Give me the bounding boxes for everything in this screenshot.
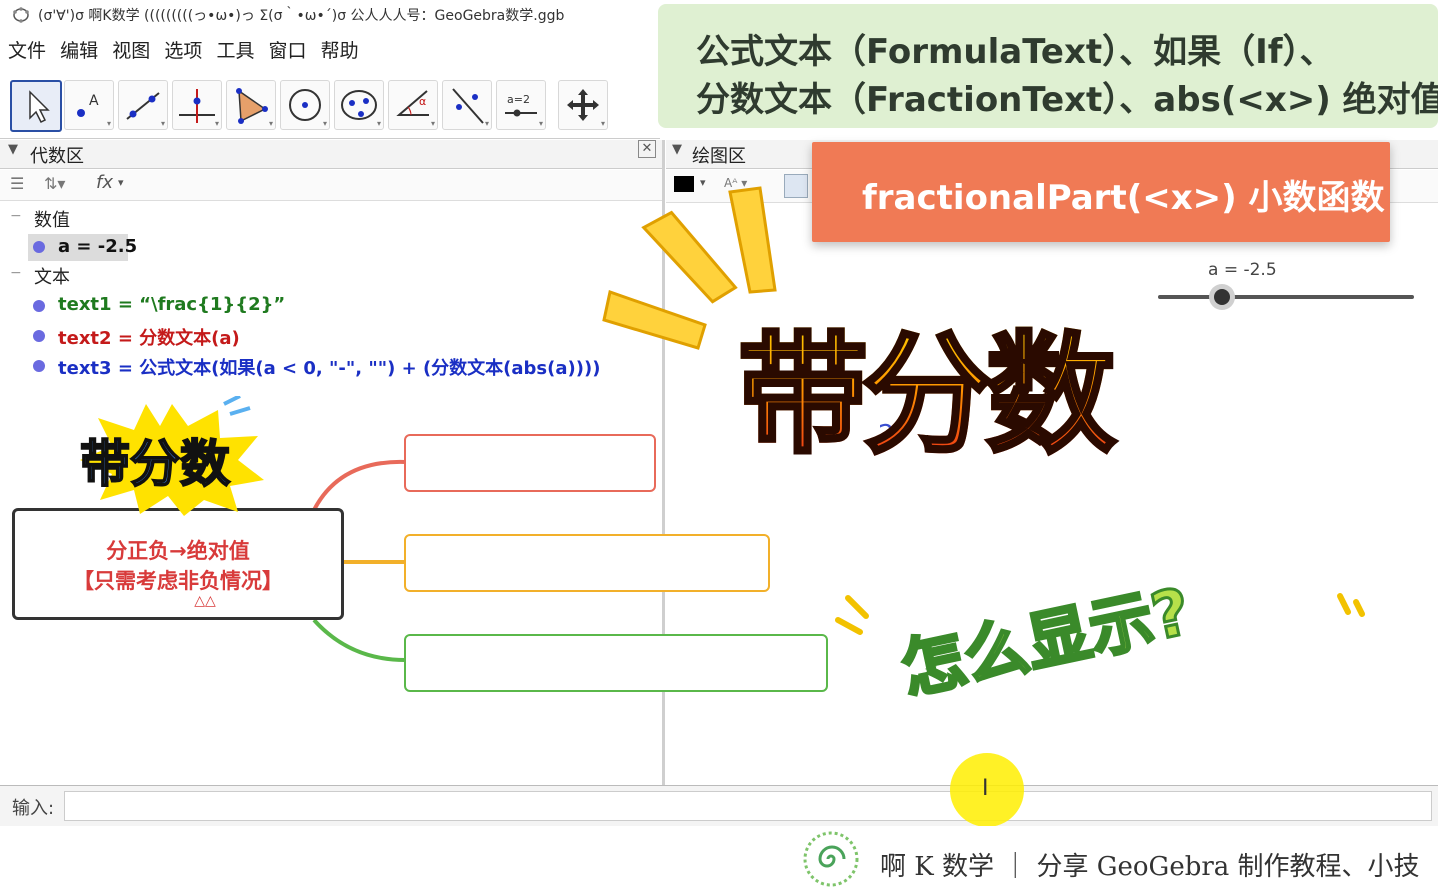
- menu-view[interactable]: 视图: [112, 36, 150, 63]
- mind-branch-box-1: [404, 434, 656, 492]
- svg-text:α: α: [419, 95, 426, 108]
- toolbar: A ▾ ▾ ▾ ▾ ▾ ▾ α ▾ ▾ a=2 ▾ ▾: [0, 74, 660, 139]
- slider-icon: a=2: [505, 93, 537, 117]
- slider-handle[interactable]: [1209, 284, 1235, 310]
- mind-branch-box-3: [404, 634, 828, 692]
- menu-options[interactable]: 选项: [164, 36, 202, 63]
- footer-text: 啊 K 数学 ｜ 分享 GeoGebra 制作教程、小技: [880, 852, 1420, 882]
- mind-root-marks: △△: [194, 593, 216, 609]
- perpendicular-icon: [179, 89, 215, 123]
- spiral-logo-icon: [803, 831, 859, 887]
- ellipse-icon: [341, 90, 377, 120]
- angle-tool-button[interactable]: α ▾: [388, 80, 438, 130]
- circle-tool-button[interactable]: ▾: [280, 80, 330, 130]
- line-icon: [126, 92, 160, 120]
- move-view-tool-button[interactable]: ▾: [558, 80, 608, 130]
- conic-tool-button[interactable]: ▾: [334, 80, 384, 130]
- slider-tool-label: a=2: [507, 93, 530, 106]
- function-banner-text: fractionalPart(<x>) 小数函数: [862, 178, 1385, 218]
- sort-icon[interactable]: ⇅▾: [44, 174, 65, 193]
- slider-track[interactable]: [1158, 295, 1414, 299]
- reflect-icon: [452, 88, 484, 124]
- group-numbers: 数值: [34, 210, 70, 231]
- circle-center-icon: [289, 89, 321, 121]
- menu-tools[interactable]: 工具: [216, 36, 254, 63]
- accent-marks-right-icon: [1337, 593, 1365, 617]
- line-tool-button[interactable]: ▾: [118, 80, 168, 130]
- geogebra-logo-icon: [13, 7, 29, 23]
- mind-map-title: 带分数: [79, 434, 231, 494]
- algebra-panel-title: 代数区: [30, 146, 84, 167]
- mind-root-line2: 【只需考虑非负情况】: [73, 569, 283, 593]
- expand-numbers-icon[interactable]: −: [10, 208, 22, 224]
- mind-root-box: 分正负→绝对值 【只需考虑非负情况】 △△: [12, 508, 344, 620]
- visibility-toggle-icon[interactable]: [33, 330, 45, 342]
- input-field[interactable]: [64, 791, 1432, 821]
- topic-banner-line2: 分数文本（FractionText）、abs(<x>) 绝对值: [696, 80, 1438, 120]
- move-tool-button[interactable]: [10, 80, 62, 132]
- footer: 啊 K 数学 ｜ 分享 GeoGebra 制作教程、小技: [0, 826, 1438, 890]
- collapse-icon[interactable]: ▼: [8, 142, 18, 157]
- algebra-toolbar: ☰ ⇅▾ fx ▾: [0, 170, 662, 201]
- polygon-tool-button[interactable]: ▾: [226, 80, 276, 130]
- menu-edit[interactable]: 编辑: [60, 36, 98, 63]
- point-tool-button[interactable]: A ▾: [64, 80, 114, 130]
- svg-text:A: A: [89, 93, 99, 109]
- input-bar: 输入:: [0, 785, 1438, 827]
- topic-banner: 公式文本（FormulaText）、如果（If）、 分数文本（FractionT…: [658, 4, 1438, 128]
- visibility-toggle-icon[interactable]: [33, 241, 45, 253]
- expand-text-icon[interactable]: −: [10, 265, 22, 281]
- menu-window[interactable]: 窗口: [269, 36, 307, 63]
- fx-input-button[interactable]: fx: [96, 172, 113, 193]
- collapse-graphics-icon[interactable]: ▼: [672, 142, 682, 157]
- visibility-toggle-icon[interactable]: [33, 300, 45, 312]
- function-banner: fractionalPart(<x>) 小数函数: [812, 142, 1390, 242]
- text-cursor-icon: I: [982, 776, 989, 801]
- angle-icon: α: [396, 90, 429, 116]
- visibility-toggle-icon[interactable]: [33, 360, 45, 372]
- mind-root-line1: 分正负→绝对值: [106, 539, 250, 563]
- menu-help[interactable]: 帮助: [321, 36, 359, 63]
- pointer-icon: [29, 90, 50, 124]
- algebra-item-text[interactable]: text3 = 公式文本(如果(a < 0, "-", "") + (分数文本(…: [58, 354, 600, 380]
- window-title: (σ'∀')σ 啊K数学 (((((((((っ•ω•)っ Σ(σ｀•ω•´)σ …: [38, 8, 565, 24]
- close-panel-icon[interactable]: ✕: [638, 140, 656, 158]
- move-arrows-icon: [567, 89, 599, 121]
- input-label: 输入:: [12, 798, 55, 819]
- slider-label: a = -2.5: [1208, 260, 1277, 280]
- algebra-panel-header[interactable]: ▼ 代数区 ✕: [0, 140, 662, 169]
- polygon-icon: [236, 88, 268, 124]
- chevron-down-icon: ▾: [118, 176, 124, 189]
- menu-file[interactable]: 文件: [8, 36, 46, 63]
- point-icon: A: [77, 93, 99, 117]
- question-text: 怎么显示?: [893, 574, 1198, 710]
- slider-tool-button[interactable]: a=2 ▾: [496, 80, 546, 130]
- algebra-item-a[interactable]: a = -2.5: [58, 236, 137, 257]
- perpendicular-tool-button[interactable]: ▾: [172, 80, 222, 130]
- topic-banner-line1: 公式文本（FormulaText）、如果（If）、: [696, 32, 1334, 72]
- algebra-item-text[interactable]: text1 = “\frac{1}{2}”: [58, 294, 285, 315]
- algebra-item-text[interactable]: text2 = 分数文本(a): [58, 324, 240, 350]
- reflect-tool-button[interactable]: ▾: [442, 80, 492, 130]
- toggle-auxiliary-icon[interactable]: ☰: [10, 174, 24, 193]
- menu-bar: 文件 编辑 视图 选项 工具 窗口 帮助: [0, 36, 368, 68]
- mind-branch-box-2: [404, 534, 770, 592]
- group-text: 文本: [34, 267, 70, 288]
- graphics-panel-title: 绘图区: [692, 146, 746, 167]
